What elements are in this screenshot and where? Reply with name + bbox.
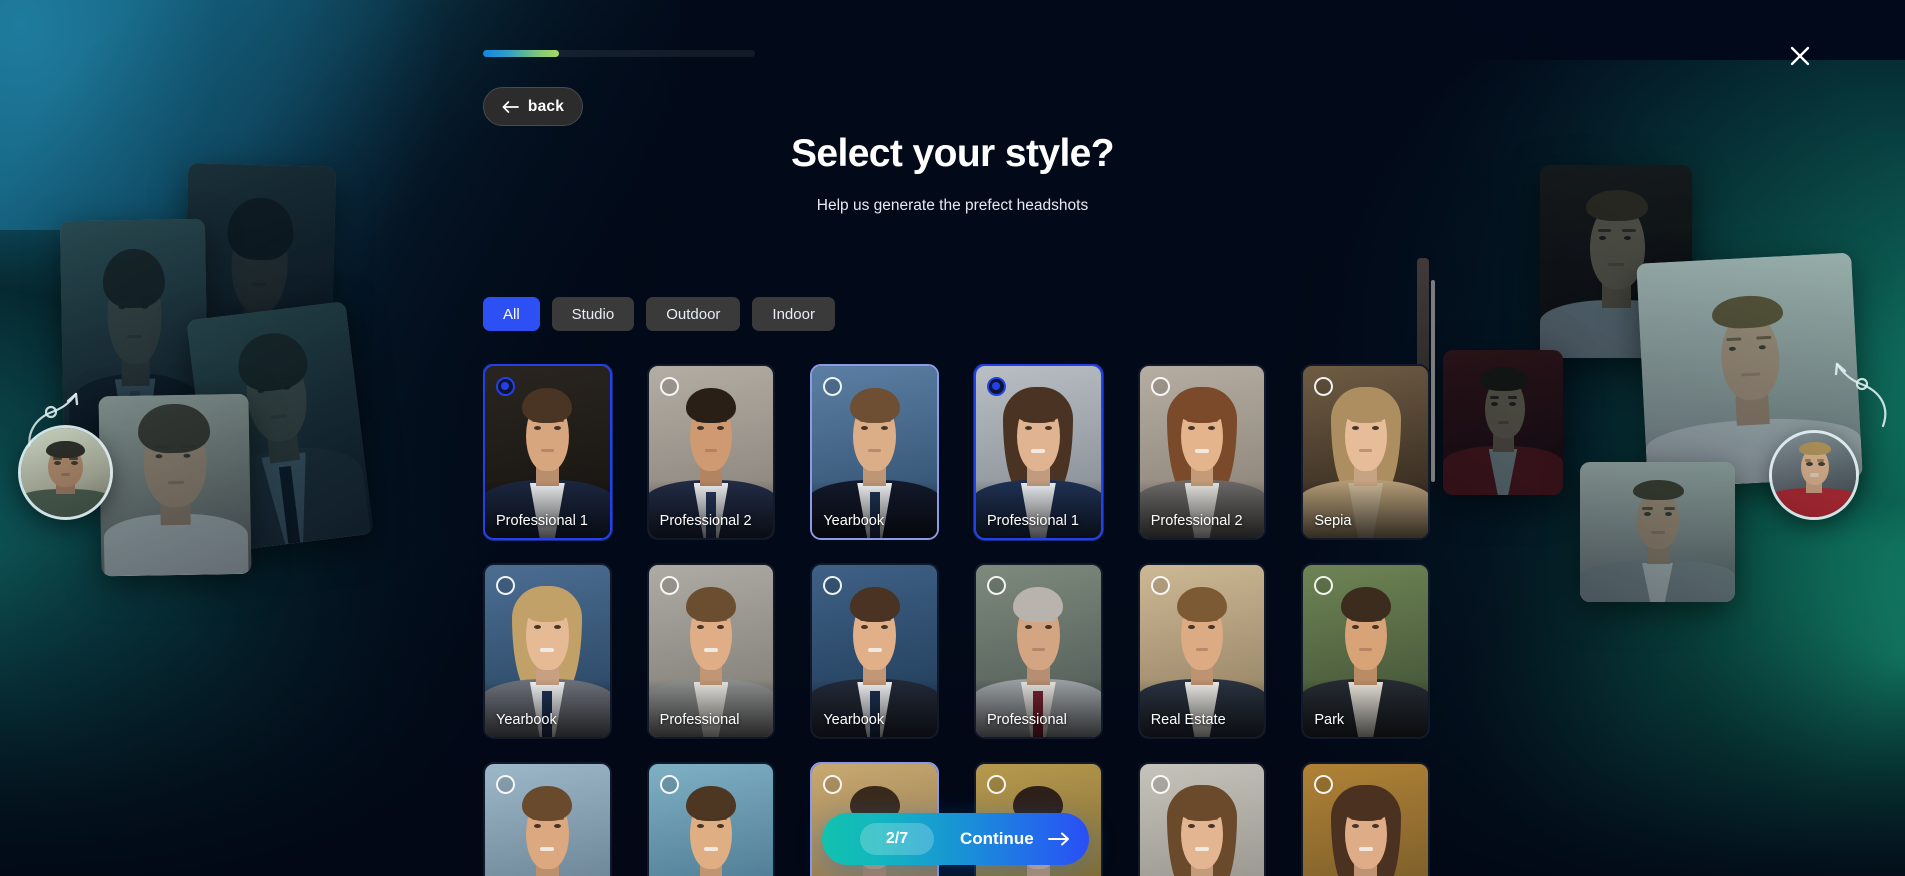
style-card[interactable]: Park xyxy=(1301,563,1430,739)
style-card-label: Park xyxy=(1314,712,1345,728)
style-card[interactable]: Professional 2 xyxy=(646,364,776,540)
style-card-radio[interactable] xyxy=(987,576,1007,595)
style-card-overlay xyxy=(648,480,774,538)
filter-tab-indoor[interactable]: Indoor xyxy=(752,297,835,331)
continue-button-label: Continue xyxy=(960,829,1034,848)
style-card-label: Professional 2 xyxy=(1150,513,1243,529)
filter-tab-outdoor[interactable]: Outdoor xyxy=(646,297,741,331)
filter-tab-studio[interactable]: Studio xyxy=(551,297,635,331)
back-button-label: back xyxy=(527,97,565,115)
style-card[interactable]: Sepia xyxy=(1301,364,1430,540)
style-card-label: Professional 1 xyxy=(496,513,588,529)
style-card-overlay xyxy=(485,480,610,538)
style-card-label: Yearbook xyxy=(823,712,885,728)
style-card[interactable] xyxy=(483,762,612,876)
arrow-right-icon xyxy=(1047,832,1069,846)
style-card[interactable] xyxy=(646,762,776,876)
filter-tab-label: All xyxy=(503,305,520,323)
style-card[interactable]: Professional 2 xyxy=(1137,364,1267,540)
style-card-radio[interactable] xyxy=(1150,576,1170,595)
close-icon xyxy=(1790,46,1810,66)
style-card[interactable]: Professional xyxy=(646,563,776,739)
style-card-radio[interactable] xyxy=(659,576,679,595)
style-selection-panel: back Select your style? Help us generate… xyxy=(0,0,1905,876)
style-filter-tabs: All Studio Outdoor Indoor xyxy=(483,297,835,331)
style-card-overlay xyxy=(812,679,938,737)
page-subtitle: Help us generate the prefect headshots xyxy=(816,197,1089,214)
filter-tab-label: Outdoor xyxy=(666,305,721,323)
style-card-overlay xyxy=(976,679,1101,737)
style-card-overlay xyxy=(1139,480,1265,538)
style-card-radio[interactable] xyxy=(987,775,1007,794)
style-grid-row: Yearbook Professional Yearbook Professional… xyxy=(483,563,1430,739)
style-card[interactable]: Professional xyxy=(974,563,1103,739)
filter-tab-all[interactable]: All xyxy=(483,297,540,331)
onboarding-progress-fill xyxy=(483,50,560,57)
style-card-label: Professional xyxy=(987,712,1067,728)
style-card-radio[interactable] xyxy=(659,377,679,396)
onboarding-progress-bar xyxy=(483,50,755,57)
style-card[interactable]: Professional 1 xyxy=(483,364,612,540)
continue-button[interactable]: 2/7 Continue xyxy=(822,813,1089,865)
style-grid-row: Professional 1 Professional 2 Yearbook Prof… xyxy=(483,364,1430,540)
style-card-radio[interactable] xyxy=(496,576,515,595)
style-card-radio[interactable] xyxy=(1150,775,1170,794)
step-counter-badge: 2/7 xyxy=(860,823,934,855)
filter-tab-label: Indoor xyxy=(772,305,815,323)
style-card-radio[interactable] xyxy=(659,775,679,794)
close-button[interactable] xyxy=(1786,42,1814,70)
style-card[interactable] xyxy=(1301,762,1430,876)
style-card-label: Sepia xyxy=(1314,513,1352,529)
page-title: Select your style? xyxy=(790,132,1115,175)
style-card-radio[interactable] xyxy=(1150,377,1170,396)
style-card-label: Yearbook xyxy=(496,712,557,728)
style-grid: Professional 1 Professional 2 Yearbook Prof… xyxy=(483,364,1430,876)
style-card-label: Professional 1 xyxy=(987,513,1079,529)
style-card-radio[interactable] xyxy=(496,775,515,794)
style-card-label: Yearbook xyxy=(823,513,885,529)
style-card-label: Real Estate xyxy=(1150,712,1226,728)
style-card-overlay xyxy=(485,679,610,737)
style-card[interactable]: Yearbook xyxy=(810,563,940,739)
style-card-overlay xyxy=(1303,679,1429,737)
arrow-left-icon xyxy=(502,100,519,113)
style-card[interactable]: Yearbook xyxy=(483,563,612,739)
style-card-overlay xyxy=(648,679,774,737)
style-grid-scrollbar-thumb[interactable] xyxy=(1431,280,1435,482)
style-card[interactable]: Professional 1 xyxy=(974,364,1103,540)
style-card[interactable] xyxy=(1137,762,1267,876)
filter-tab-label: Studio xyxy=(571,305,615,323)
style-card-overlay xyxy=(1139,679,1265,737)
style-card-overlay xyxy=(1303,480,1429,538)
style-card-label: Professional 2 xyxy=(659,513,752,529)
style-card-label: Professional xyxy=(659,712,740,728)
style-card[interactable]: Yearbook xyxy=(810,364,940,540)
style-card-radio[interactable] xyxy=(987,377,1007,396)
style-card-overlay xyxy=(812,480,938,538)
style-card[interactable]: Real Estate xyxy=(1137,563,1267,739)
style-card-radio[interactable] xyxy=(496,377,515,396)
back-button[interactable]: back xyxy=(483,87,583,126)
style-card-overlay xyxy=(976,480,1101,538)
